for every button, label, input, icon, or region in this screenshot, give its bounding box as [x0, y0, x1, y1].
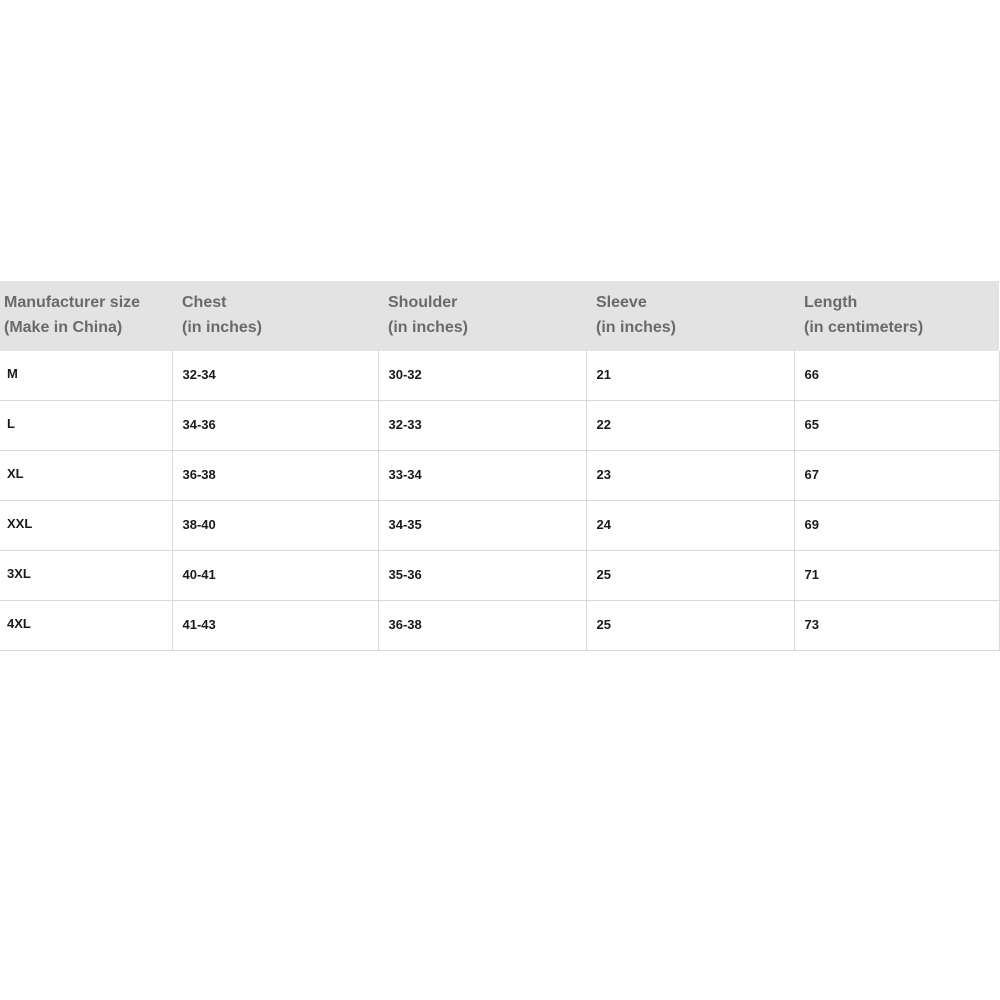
cell-size: XL	[0, 450, 172, 501]
cell-value: 34-35	[388, 517, 422, 532]
table-row: XXL 38-40 34-35 24 69	[0, 500, 1000, 551]
header-sleeve: Sleeve (in inches)	[586, 281, 794, 351]
cell-value: 21	[596, 367, 611, 382]
header-label: Chest	[182, 294, 227, 311]
cell-shoulder: 33-34	[377, 450, 586, 501]
header-chest: Chest (in inches)	[172, 281, 378, 351]
cell-sleeve: 21	[585, 351, 794, 401]
header-sublabel: (in inches)	[388, 319, 469, 336]
header-label: Manufacturer size	[4, 294, 141, 311]
cell-value: 36-38	[182, 467, 216, 482]
cell-value: 30-32	[388, 367, 422, 382]
cell-size: L	[0, 400, 172, 451]
cell-sleeve: 24	[585, 500, 794, 551]
cell-value: 33-34	[388, 467, 422, 482]
cell-value: 32-34	[182, 367, 216, 382]
cell-size: M	[0, 351, 172, 401]
cell-size: XXL	[0, 500, 172, 551]
cell-value: 25	[596, 617, 611, 632]
cell-value: 32-33	[388, 417, 422, 432]
header-sublabel: (in inches)	[596, 319, 677, 336]
header-label: Length	[804, 294, 858, 311]
cell-value: XXL	[7, 516, 33, 531]
cell-value: 66	[804, 367, 819, 382]
header-manufacturer-size: Manufacturer size (Make in China)	[0, 281, 172, 351]
header-sublabel: (in centimeters)	[804, 319, 924, 336]
cell-chest: 36-38	[171, 450, 378, 501]
cell-chest: 40-41	[171, 550, 378, 601]
header-label: Shoulder	[388, 294, 458, 311]
cell-length: 73	[793, 600, 1000, 651]
cell-value: 3XL	[7, 566, 31, 581]
table-row: L 34-36 32-33 22 65	[0, 400, 1000, 451]
cell-value: M	[7, 366, 18, 381]
header-length: Length (in centimeters)	[794, 281, 999, 351]
cell-chest: 41-43	[171, 600, 378, 651]
cell-sleeve: 23	[585, 450, 794, 501]
cell-value: 73	[804, 617, 819, 632]
table-row: XL 36-38 33-34 23 67	[0, 450, 1000, 501]
cell-value: 34-36	[182, 417, 216, 432]
cell-shoulder: 36-38	[377, 600, 586, 651]
cell-shoulder: 35-36	[377, 550, 586, 601]
cell-value: XL	[7, 466, 24, 481]
cell-length: 66	[793, 351, 1000, 401]
cell-value: 24	[596, 517, 611, 532]
cell-size: 3XL	[0, 550, 172, 601]
cell-value: 35-36	[388, 567, 422, 582]
cell-shoulder: 32-33	[377, 400, 586, 451]
cell-value: 69	[804, 517, 819, 532]
cell-value: 36-38	[388, 617, 422, 632]
header-shoulder: Shoulder (in inches)	[378, 281, 586, 351]
size-chart-table: Manufacturer size (Make in China) Chest …	[0, 281, 1000, 651]
table-row: 4XL 41-43 36-38 25 73	[0, 600, 1000, 651]
cell-length: 67	[793, 450, 1000, 501]
cell-value: 4XL	[7, 616, 31, 631]
cell-shoulder: 30-32	[377, 351, 586, 401]
header-label: Sleeve	[596, 294, 647, 311]
header-sublabel: (in inches)	[182, 319, 263, 336]
cell-chest: 34-36	[171, 400, 378, 451]
header-sublabel: (Make in China)	[4, 319, 123, 336]
cell-sleeve: 25	[585, 550, 794, 601]
cell-sleeve: 25	[585, 600, 794, 651]
cell-value: 65	[804, 417, 819, 432]
table-row: M 32-34 30-32 21 66	[0, 351, 1000, 401]
table-header-row: Manufacturer size (Make in China) Chest …	[0, 281, 999, 351]
cell-size: 4XL	[0, 600, 172, 651]
cell-sleeve: 22	[585, 400, 794, 451]
cell-shoulder: 34-35	[377, 500, 586, 551]
cell-length: 71	[793, 550, 1000, 601]
cell-value: 41-43	[182, 617, 216, 632]
cell-value: 23	[596, 467, 611, 482]
cell-value: 25	[596, 567, 611, 582]
cell-value: 40-41	[182, 567, 216, 582]
cell-length: 69	[793, 500, 1000, 551]
cell-chest: 32-34	[171, 351, 378, 401]
cell-value: 22	[596, 417, 611, 432]
cell-value: 38-40	[182, 517, 216, 532]
cell-value: 67	[804, 467, 819, 482]
cell-chest: 38-40	[171, 500, 378, 551]
cell-length: 65	[793, 400, 1000, 451]
cell-value: L	[7, 416, 15, 431]
cell-value: 71	[804, 567, 819, 582]
table-row: 3XL 40-41 35-36 25 71	[0, 550, 1000, 601]
